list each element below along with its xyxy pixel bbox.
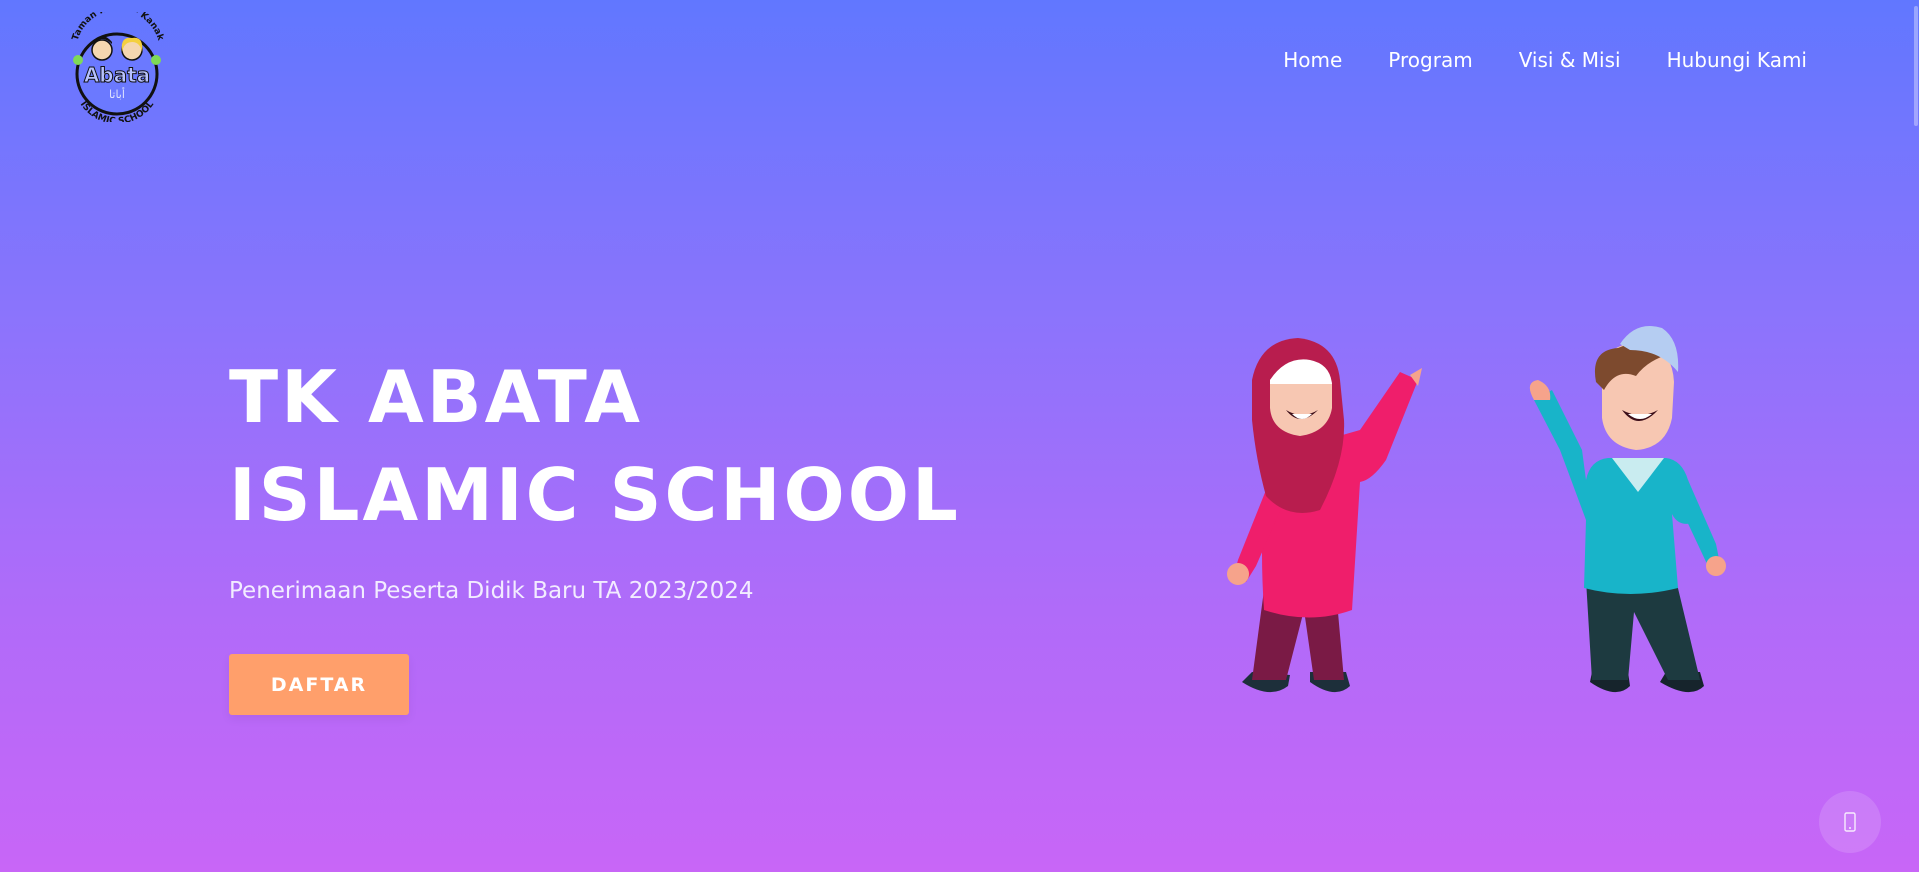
main-nav: Home Program Visi & Misi Hubungi Kami [1237,48,1807,72]
hero-title-line2: ISLAMIC SCHOOL [229,453,961,537]
hero-title-line1: TK ABATA [229,355,643,439]
school-logo[interactable]: Taman Kanak - Kanak Abata أباتا ISLAMIC … [64,3,170,127]
logo-arabic: أباتا [109,87,125,101]
girl-figure [1227,338,1422,693]
page-scrollbar[interactable] [1913,0,1919,872]
nav-hubungi-kami[interactable]: Hubungi Kami [1667,48,1807,72]
nav-home[interactable]: Home [1283,48,1342,72]
daftar-button[interactable]: DAFTAR [229,654,409,715]
boy-figure [1529,326,1726,693]
floating-phone-button[interactable] [1819,791,1881,853]
scrollbar-thumb[interactable] [1914,6,1918,126]
kids-illustration [1227,326,1726,693]
hero-title: TK ABATA ISLAMIC SCHOOL [229,348,961,544]
phone-icon [1844,812,1856,832]
hero-subtitle: Penerimaan Peserta Didik Baru TA 2023/20… [229,578,754,604]
nav-visi-misi[interactable]: Visi & Misi [1519,48,1621,72]
nav-program[interactable]: Program [1388,48,1472,72]
logo-emblem: Taman Kanak - Kanak Abata أباتا ISLAMIC … [71,3,166,127]
logo-brand: Abata [84,63,150,87]
